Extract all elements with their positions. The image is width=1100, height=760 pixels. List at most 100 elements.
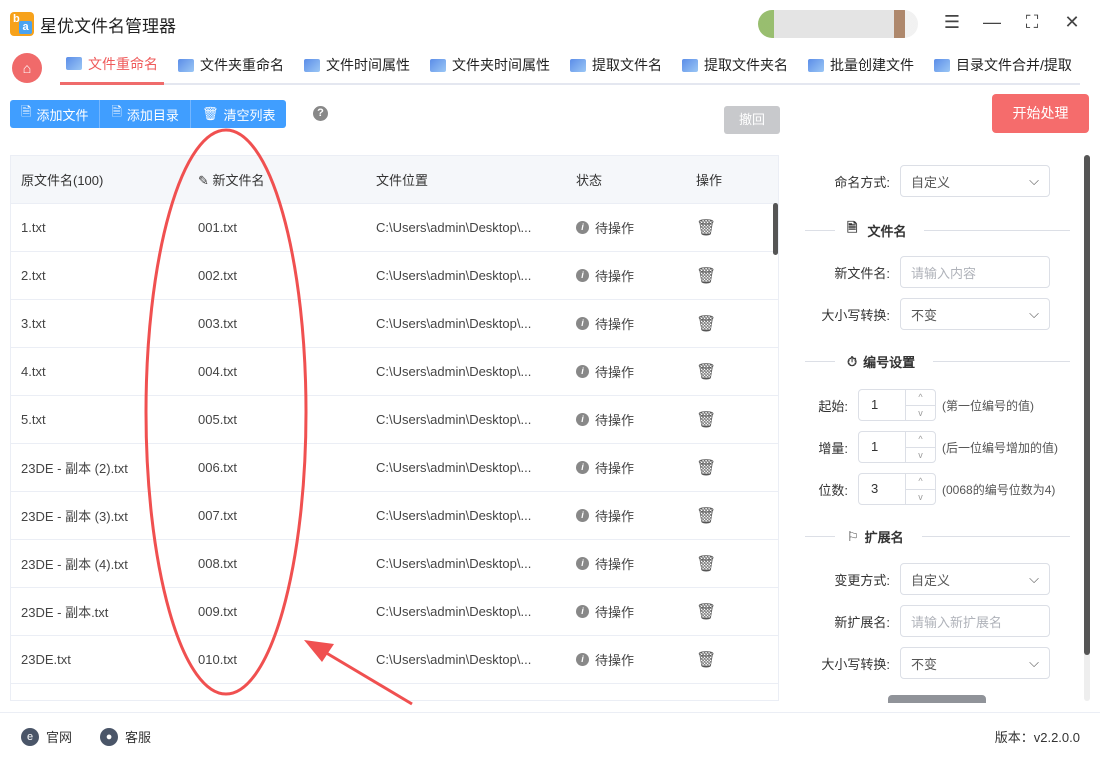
- chevron-up-icon[interactable]: ^: [906, 390, 935, 406]
- case-select[interactable]: 不变 ⌵: [900, 298, 1050, 330]
- new-name: 002.txt: [198, 268, 238, 283]
- delete-icon[interactable]: 🗑: [696, 412, 716, 429]
- flag-icon: ⚐: [847, 528, 859, 544]
- delete-icon[interactable]: 🗑: [696, 652, 716, 669]
- tab-extract-filename[interactable]: 提取文件名: [564, 45, 668, 85]
- settings-icon[interactable]: ☰: [941, 12, 963, 33]
- clear-list-button[interactable]: 🗑 清空列表: [190, 100, 287, 128]
- file-location: C:\Users\admin\Desktop\...: [376, 268, 532, 283]
- new-name: 007.txt: [198, 508, 238, 523]
- select-value: 自定义: [911, 572, 951, 588]
- tab-file-time[interactable]: 文件时间属性: [298, 45, 416, 85]
- chevron-down-icon[interactable]: v: [906, 490, 935, 505]
- info-icon: i: [576, 365, 589, 378]
- file-location: C:\Users\admin\Desktop\...: [376, 460, 532, 475]
- undo-button[interactable]: 撤回: [724, 106, 780, 134]
- add-directory-button[interactable]: 🗎 添加目录: [100, 100, 191, 128]
- table-row[interactable]: 3.txt 003.txt C:\Users\admin\Desktop\...…: [11, 300, 778, 348]
- naming-mode-select[interactable]: 自定义 ⌵: [900, 165, 1050, 197]
- delete-icon[interactable]: 🗑: [696, 268, 716, 285]
- table-row[interactable]: 23DE.txt 010.txt C:\Users\admin\Desktop\…: [11, 636, 778, 684]
- status-text: 待操作: [595, 653, 635, 668]
- table-scrollbar[interactable]: [773, 203, 778, 255]
- extension-section-title: 扩展名: [864, 530, 904, 545]
- minimize-icon[interactable]: —: [981, 12, 1003, 33]
- delete-icon[interactable]: 🗑: [696, 316, 716, 333]
- chevron-up-icon[interactable]: ^: [906, 432, 935, 448]
- case-label: 大小写转换:: [821, 307, 890, 323]
- panel-scrollbar[interactable]: [1084, 155, 1090, 701]
- actions-cell: 🗑: [686, 266, 766, 286]
- file-location: C:\Users\admin\Desktop\...: [376, 604, 532, 619]
- increment-label: 增量:: [818, 440, 848, 456]
- button-label: 添加文件: [36, 107, 89, 123]
- new-name-input[interactable]: 请输入内容: [900, 256, 1050, 288]
- start-stepper[interactable]: 1 ^ v: [858, 389, 936, 421]
- table-row[interactable]: 1.txt 001.txt C:\Users\admin\Desktop\...…: [11, 204, 778, 252]
- stepper-value[interactable]: 1: [859, 390, 905, 420]
- actions-cell: 🗑: [686, 506, 766, 526]
- new-ext-input[interactable]: 请输入新扩展名: [900, 605, 1050, 637]
- user-avatar[interactable]: [758, 10, 918, 38]
- merge-icon: [934, 58, 950, 72]
- delete-icon[interactable]: 🗑: [696, 508, 716, 525]
- info-icon: i: [576, 653, 589, 666]
- table-row[interactable]: 23DE - 副本 (4).txt 008.txt C:\Users\admin…: [11, 540, 778, 588]
- delete-icon[interactable]: 🗑: [696, 220, 716, 237]
- home-button[interactable]: ⌂: [12, 53, 42, 83]
- website-link[interactable]: e 官网: [21, 727, 72, 746]
- tab-file-rename[interactable]: 文件重命名: [60, 45, 164, 85]
- stepper-value[interactable]: 3: [859, 474, 905, 504]
- info-icon: i: [576, 509, 589, 522]
- file-location: C:\Users\admin\Desktop\...: [376, 220, 532, 235]
- tab-extract-foldername[interactable]: 提取文件夹名: [676, 45, 794, 85]
- tab-label: 文件重命名: [88, 55, 158, 72]
- table-row[interactable]: 5.txt 005.txt C:\Users\admin\Desktop\...…: [11, 396, 778, 444]
- status-cell: i 待操作: [566, 410, 686, 429]
- tab-folder-time[interactable]: 文件夹时间属性: [424, 45, 556, 85]
- original-name: 3.txt: [21, 316, 46, 331]
- delete-icon[interactable]: 🗑: [696, 604, 716, 621]
- file-rename-icon: [66, 57, 82, 70]
- help-icon[interactable]: ?: [313, 106, 328, 121]
- extract-file-icon: [570, 58, 586, 72]
- table-row[interactable]: 4.txt 004.txt C:\Users\admin\Desktop\...…: [11, 348, 778, 396]
- panel-button-partial[interactable]: [888, 695, 986, 703]
- maximize-icon[interactable]: ⛶: [1021, 12, 1043, 33]
- info-icon: i: [576, 317, 589, 330]
- ext-case-select[interactable]: 不变 ⌵: [900, 647, 1050, 679]
- chevron-down-icon[interactable]: v: [906, 406, 935, 421]
- file-time-icon: [304, 58, 320, 72]
- ext-mode-select[interactable]: 自定义 ⌵: [900, 563, 1050, 595]
- chevron-down-icon: ⌵: [1029, 173, 1039, 188]
- tab-label: 提取文件名: [592, 57, 662, 73]
- start-button[interactable]: 开始处理: [992, 94, 1089, 133]
- table-row[interactable]: 23DE - 副本.txt 009.txt C:\Users\admin\Des…: [11, 588, 778, 636]
- stepper-value[interactable]: 1: [859, 432, 905, 462]
- chevron-down-icon[interactable]: v: [906, 448, 935, 463]
- file-icon: 🗎: [21, 104, 32, 119]
- digits-stepper[interactable]: 3 ^ v: [858, 473, 936, 505]
- tab-batch-create[interactable]: 批量创建文件: [802, 45, 920, 85]
- table-row[interactable]: 23DE - 副本 (3).txt 007.txt C:\Users\admin…: [11, 492, 778, 540]
- app-title: 星优文件名管理器: [40, 17, 176, 36]
- status-text: 待操作: [595, 221, 635, 236]
- folder-time-icon: [430, 58, 446, 72]
- table-row[interactable]: 23DE - 副本 (2).txt 006.txt C:\Users\admin…: [11, 444, 778, 492]
- delete-icon[interactable]: 🗑: [696, 364, 716, 381]
- support-link[interactable]: ● 客服: [100, 727, 151, 746]
- close-icon[interactable]: ✕: [1061, 12, 1083, 33]
- delete-icon[interactable]: 🗑: [696, 556, 716, 573]
- table-row[interactable]: 2.txt 002.txt C:\Users\admin\Desktop\...…: [11, 252, 778, 300]
- add-file-button[interactable]: 🗎 添加文件: [10, 100, 101, 128]
- folder-rename-icon: [178, 58, 194, 72]
- tab-merge-extract[interactable]: 目录文件合并/提取: [928, 45, 1078, 85]
- new-name: 006.txt: [198, 460, 238, 475]
- tab-label: 目录文件合并/提取: [956, 57, 1072, 73]
- tab-folder-rename[interactable]: 文件夹重命名: [172, 45, 290, 85]
- increment-stepper[interactable]: 1 ^ v: [858, 431, 936, 463]
- delete-icon[interactable]: 🗑: [696, 460, 716, 477]
- chevron-up-icon[interactable]: ^: [906, 474, 935, 490]
- website-label: 官网: [46, 730, 73, 745]
- status-text: 待操作: [595, 605, 635, 620]
